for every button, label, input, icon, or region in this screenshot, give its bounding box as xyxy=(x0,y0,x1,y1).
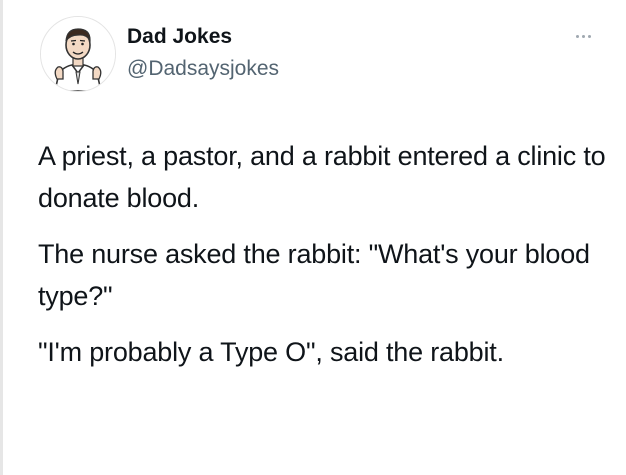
cartoon-dad-avatar-icon[interactable] xyxy=(40,16,116,92)
tweet-text: A priest, a pastor, and a rabbit entered… xyxy=(38,135,608,387)
tweet-paragraph: The nurse asked the rabbit: "What's your… xyxy=(38,239,590,311)
more-dot xyxy=(575,34,579,38)
more-dot xyxy=(587,34,591,38)
tweet-paragraph: A priest, a pastor, and a rabbit entered… xyxy=(38,141,606,213)
tweet-paragraph: "I'm probably a Type O", said the rabbit… xyxy=(38,337,504,367)
more-dot xyxy=(581,34,585,38)
author-handle[interactable]: @Dadsaysjokes xyxy=(127,57,279,81)
author-name[interactable]: Dad Jokes xyxy=(127,25,232,49)
tweet-card: Dad Jokes @Dadsaysjokes A priest, a past… xyxy=(0,0,626,475)
left-border xyxy=(0,0,3,475)
more-horizontal-icon[interactable] xyxy=(570,28,596,44)
